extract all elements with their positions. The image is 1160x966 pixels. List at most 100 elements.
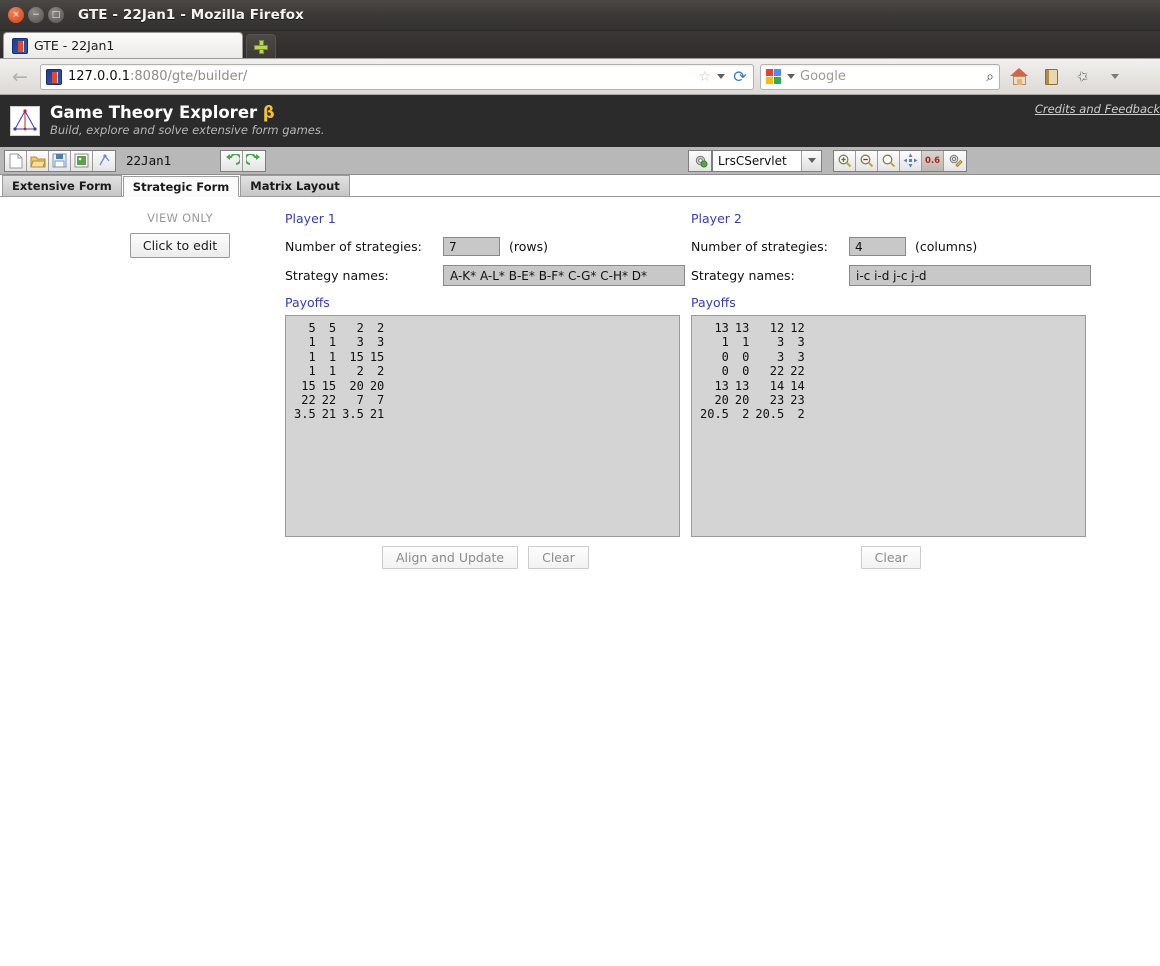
save-file-button[interactable]	[49, 150, 71, 171]
solver-select[interactable]: LrsCServlet	[712, 149, 822, 172]
payoff-cell: 2	[342, 364, 364, 379]
player2-strategy-names-input[interactable]: i-c i-d j-c j-d	[849, 265, 1091, 286]
player1-panel: Player 1 Number of strategies: 7 (rows) …	[285, 211, 685, 569]
payoff-row: 13 13 12 12	[700, 321, 805, 335]
player1-payoff-body: 5 5 2 2 1 1 3 3 1 1 15 15 1 1 2 2 15 15 20…	[294, 321, 384, 422]
browser-tab-gte[interactable]: GTE - 22Jan1	[3, 32, 243, 58]
window-close-button[interactable]: ×	[8, 7, 24, 23]
payoff-cell: 2	[342, 321, 364, 335]
favicon-icon	[12, 37, 28, 54]
solver-group: LrsCServlet	[688, 149, 822, 172]
player1-num-strategies-input[interactable]: 7	[443, 237, 500, 256]
solver-settings-group	[688, 149, 712, 172]
url-path: :8080/gte/builder/	[130, 69, 248, 84]
export-image-button[interactable]	[71, 150, 93, 171]
toolbar-overflow-button[interactable]	[1102, 64, 1128, 90]
payoff-cell: 22	[294, 393, 316, 408]
player2-payoff-area[interactable]: 13 13 12 12 1 1 3 3 0 0 3 3 0 0 22 22 13 13 …	[691, 315, 1086, 537]
window-title: GTE - 22Jan1 - Mozilla Firefox	[78, 7, 304, 23]
payoff-cell: 5	[321, 321, 337, 335]
tree-tool-button[interactable]	[93, 150, 115, 171]
window-maximize-button[interactable]: □	[48, 7, 64, 23]
bookmark-star-icon[interactable]: ☆	[698, 69, 711, 85]
payoff-cell: 1	[700, 335, 729, 350]
zoom-button-group: 0.6	[833, 149, 967, 172]
player2-panel: Player 2 Number of strategies: 4 (column…	[691, 211, 1091, 569]
zoom-out-button[interactable]	[856, 150, 878, 171]
payoff-cell: 2	[369, 364, 385, 379]
pan-move-button[interactable]	[900, 150, 922, 171]
app-toolbar: 22Jan1 LrsCServlet 0.6	[0, 147, 1160, 175]
payoff-cell: 12	[790, 321, 805, 335]
payoff-cell: 20.5	[755, 407, 785, 422]
settings-pencil-button[interactable]	[944, 150, 966, 171]
payoff-cell: 22	[790, 364, 805, 379]
search-input[interactable]: Google	[800, 69, 981, 84]
search-icon[interactable]: ⌕	[986, 69, 994, 85]
maximize-icon: □	[51, 9, 61, 20]
player1-strategy-names-row: Strategy names: A-K* A-L* B-E* B-F* C-G*…	[285, 265, 685, 286]
window-titlebar: × − □ GTE - 22Jan1 - Mozilla Firefox	[0, 0, 1160, 31]
payoff-cell: 14	[790, 378, 805, 393]
undo-button[interactable]	[221, 150, 243, 171]
payoff-cell: 0	[734, 349, 750, 364]
chevron-down-icon[interactable]	[717, 74, 725, 79]
payoff-row: 0 0 22 22	[700, 364, 805, 378]
payoff-row: 13 13 14 14	[700, 378, 805, 393]
player1-title: Player 1	[285, 211, 336, 226]
bookmarks-button[interactable]	[1038, 64, 1064, 90]
payoff-cell: 15	[321, 378, 337, 393]
payoff-cell: 1	[734, 335, 750, 350]
zoom-reset-button[interactable]	[878, 150, 900, 171]
payoff-row: 20 20 23 23	[700, 393, 804, 407]
payoff-cell: 13	[700, 378, 729, 393]
search-engine-chevron-icon[interactable]	[787, 74, 795, 79]
back-button[interactable]: ←	[6, 64, 34, 90]
payoff-row: 20.5 2 20.5 2	[700, 407, 805, 421]
reload-icon[interactable]: ⟳	[731, 67, 749, 86]
payoff-cell: 3	[755, 335, 785, 350]
payoff-cell: 22	[755, 364, 785, 379]
payoff-cell: 15	[369, 349, 385, 364]
payoff-row: 1 1 15 15	[294, 350, 384, 364]
player1-clear-button[interactable]: Clear	[528, 546, 589, 569]
player1-payoff-area[interactable]: 5 5 2 2 1 1 3 3 1 1 15 15 1 1 2 2 15 15 20…	[285, 315, 680, 537]
payoff-cell: 1	[294, 349, 316, 364]
player2-num-strategies-input[interactable]: 4	[849, 237, 906, 256]
payoff-cell: 3.5	[294, 407, 316, 422]
tools-button[interactable]: ✩	[1070, 64, 1096, 90]
payoff-row: 5 5 2 2	[294, 321, 384, 335]
align-and-update-button[interactable]: Align and Update	[382, 546, 519, 569]
page-title: Game Theory Explorer β	[50, 103, 325, 123]
payoff-cell: 2	[369, 321, 385, 335]
payoff-cell: 7	[342, 393, 364, 408]
tab-extensive-form[interactable]: Extensive Form	[2, 175, 122, 196]
address-bar[interactable]: 127.0.0.1:8080/gte/builder/ ☆ ⟳	[40, 63, 754, 90]
new-file-button[interactable]	[5, 150, 27, 171]
payoff-cell: 20	[369, 378, 385, 393]
player1-payoff-table: 5 5 2 2 1 1 3 3 1 1 15 15 1 1 2 2 15 15 20…	[294, 321, 384, 422]
open-file-button[interactable]	[27, 150, 49, 171]
redo-button[interactable]	[243, 150, 265, 171]
home-button[interactable]	[1006, 64, 1032, 90]
payoff-cell: 2	[790, 407, 805, 422]
payoff-cell: 0	[734, 364, 750, 379]
tab-matrix-layout[interactable]: Matrix Layout	[240, 175, 350, 196]
player2-title: Player 2	[691, 211, 742, 226]
back-arrow-icon: ←	[12, 65, 28, 88]
click-to-edit-button[interactable]: Click to edit	[129, 233, 231, 258]
payoff-cell: 1	[321, 335, 337, 350]
player2-clear-button[interactable]: Clear	[860, 546, 922, 569]
window-minimize-button[interactable]: −	[28, 7, 44, 23]
credits-and-feedback-link[interactable]: Credits and Feedback	[1035, 102, 1160, 116]
tab-strategic-form[interactable]: Strategic Form	[122, 176, 240, 197]
player1-num-strategies-row: Number of strategies: 7 (rows)	[285, 237, 685, 256]
player2-strategy-names-label: Strategy names:	[691, 268, 795, 283]
chevron-down-icon[interactable]	[801, 150, 821, 171]
payoff-cell: 21	[369, 407, 385, 422]
solver-gear-button[interactable]	[689, 150, 711, 171]
search-bar[interactable]: Google ⌕	[760, 63, 1000, 90]
new-tab-button[interactable]	[246, 34, 276, 58]
player1-strategy-names-input[interactable]: A-K* A-L* B-E* B-F* C-G* C-H* D*	[443, 265, 685, 286]
zoom-in-button[interactable]	[834, 150, 856, 171]
